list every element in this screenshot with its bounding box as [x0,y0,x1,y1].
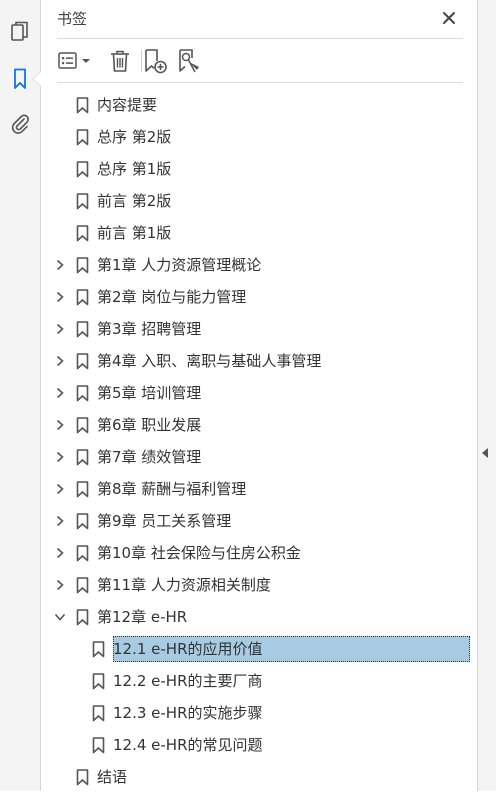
bookmark-row[interactable]: 总序 第2版 [41,122,477,152]
chevron-right-icon[interactable] [53,322,67,336]
header-divider [57,38,463,39]
bookmark-label: 第11章 人力资源相关制度 [97,576,271,594]
delete-bookmark-button[interactable] [107,47,133,75]
bookmark-label: 第9章 员工关系管理 [97,512,232,530]
chevron-right-icon[interactable] [53,290,67,304]
bookmark-row[interactable]: 第7章 绩效管理 [41,442,477,472]
bookmark-icon [75,96,89,114]
options-menu-button[interactable] [57,47,93,75]
bookmark-icon [75,544,89,562]
bookmark-icon [91,704,105,722]
bookmark-label: 总序 第1版 [97,160,172,178]
new-bookmark-from-structure-button[interactable] [175,47,203,75]
bookmark-icon [75,768,89,786]
bookmarks-icon[interactable] [7,66,33,92]
bookmark-icon [75,608,89,626]
toolbar-divider [57,82,463,83]
bookmark-label: 第5章 培训管理 [97,384,202,402]
chevron-down-icon[interactable] [53,610,67,624]
bookmark-row[interactable]: 第8章 薪酬与福利管理 [41,474,477,504]
bookmark-row[interactable]: 12.4 e-HR的常见问题 [41,730,477,760]
bookmark-icon [75,448,89,466]
chevron-right-icon[interactable] [53,258,67,272]
bookmark-row[interactable]: 第11章 人力资源相关制度 [41,570,477,600]
chevron-right-icon[interactable] [53,482,67,496]
attachments-icon[interactable] [7,111,33,137]
bookmark-label: 第3章 招聘管理 [97,320,202,338]
bookmark-label: 12.3 e-HR的实施步骤 [113,704,263,722]
bookmark-label: 12.2 e-HR的主要厂商 [113,672,263,690]
new-bookmark-button[interactable] [141,47,169,75]
bookmark-label: 第12章 e-HR [97,608,188,626]
bookmark-icon [75,384,89,402]
bookmark-icon [75,576,89,594]
chevron-right-icon[interactable] [53,514,67,528]
chevron-right-icon[interactable] [53,418,67,432]
bookmark-label: 第1章 人力资源管理概论 [97,256,262,274]
bookmark-row[interactable]: 第2章 岗位与能力管理 [41,282,477,312]
bookmark-label: 第10章 社会保险与住房公积金 [97,544,301,562]
bookmark-icon [75,480,89,498]
bookmark-row[interactable]: 12.1 e-HR的应用价值 [41,634,477,664]
bookmark-icon [75,416,89,434]
bookmark-icon [91,736,105,754]
bookmark-row[interactable]: 总序 第1版 [41,154,477,184]
bookmark-row[interactable]: 结语 [41,762,477,792]
bookmark-row[interactable]: 第12章 e-HR [41,602,477,632]
bookmark-icon [91,640,105,658]
bookmark-row[interactable]: 12.2 e-HR的主要厂商 [41,666,477,696]
bookmark-label: 前言 第1版 [97,224,172,242]
bookmark-icon [75,512,89,530]
bookmark-icon [75,256,89,274]
bookmark-row[interactable]: 第10章 社会保险与住房公积金 [41,538,477,568]
bookmark-row[interactable]: 内容提要 [41,90,477,120]
bookmark-label: 12.4 e-HR的常见问题 [113,736,263,754]
chevron-right-icon[interactable] [53,450,67,464]
bookmark-icon [75,128,89,146]
bookmark-icon [75,224,89,242]
panel-title: 书签 [57,10,88,28]
bookmark-label: 第6章 职业发展 [97,416,202,434]
bookmark-label: 第4章 入职、离职与基础人事管理 [97,352,322,370]
chevron-right-icon[interactable] [53,354,67,368]
bookmark-icon [75,320,89,338]
chevron-right-icon[interactable] [53,578,67,592]
bookmark-row[interactable]: 前言 第2版 [41,186,477,216]
close-icon[interactable] [437,6,461,30]
bookmark-label: 总序 第2版 [97,128,172,146]
bookmark-icon [75,352,89,370]
bookmark-row[interactable]: 第4章 入职、离职与基础人事管理 [41,346,477,376]
bookmark-label: 12.1 e-HR的应用价值 [113,640,263,658]
bookmark-icon [75,288,89,306]
chevron-right-icon[interactable] [53,546,67,560]
bookmark-row[interactable]: 前言 第1版 [41,218,477,248]
panel-resize-strip[interactable] [477,0,496,791]
bookmark-row[interactable]: 第9章 员工关系管理 [41,506,477,536]
bookmark-icon [91,672,105,690]
active-tab-pointer-fill [33,72,41,86]
bookmark-label: 第7章 绩效管理 [97,448,202,466]
navigation-rail [0,0,41,791]
bookmark-label: 内容提要 [97,96,158,114]
bookmark-row[interactable]: 第3章 招聘管理 [41,314,477,344]
bookmark-row[interactable]: 第6章 职业发展 [41,410,477,440]
bookmark-label: 前言 第2版 [97,192,172,210]
bookmark-icon [75,160,89,178]
bookmark-row[interactable]: 第5章 培训管理 [41,378,477,408]
bookmarks-panel: 书签 内容提要 总序 第2版 总序 第1版 前言 第2版 前言 第1版 第1章 … [41,0,477,791]
bookmark-label: 结语 [97,768,128,786]
bookmark-row[interactable]: 第1章 人力资源管理概论 [41,250,477,280]
bookmark-row[interactable]: 12.3 e-HR的实施步骤 [41,698,477,728]
bookmark-icon [75,192,89,210]
bookmark-label: 第2章 岗位与能力管理 [97,288,247,306]
pages-icon[interactable] [7,19,33,45]
collapse-panel-icon[interactable] [482,448,488,458]
chevron-right-icon[interactable] [53,386,67,400]
bookmark-label: 第8章 薪酬与福利管理 [97,480,247,498]
